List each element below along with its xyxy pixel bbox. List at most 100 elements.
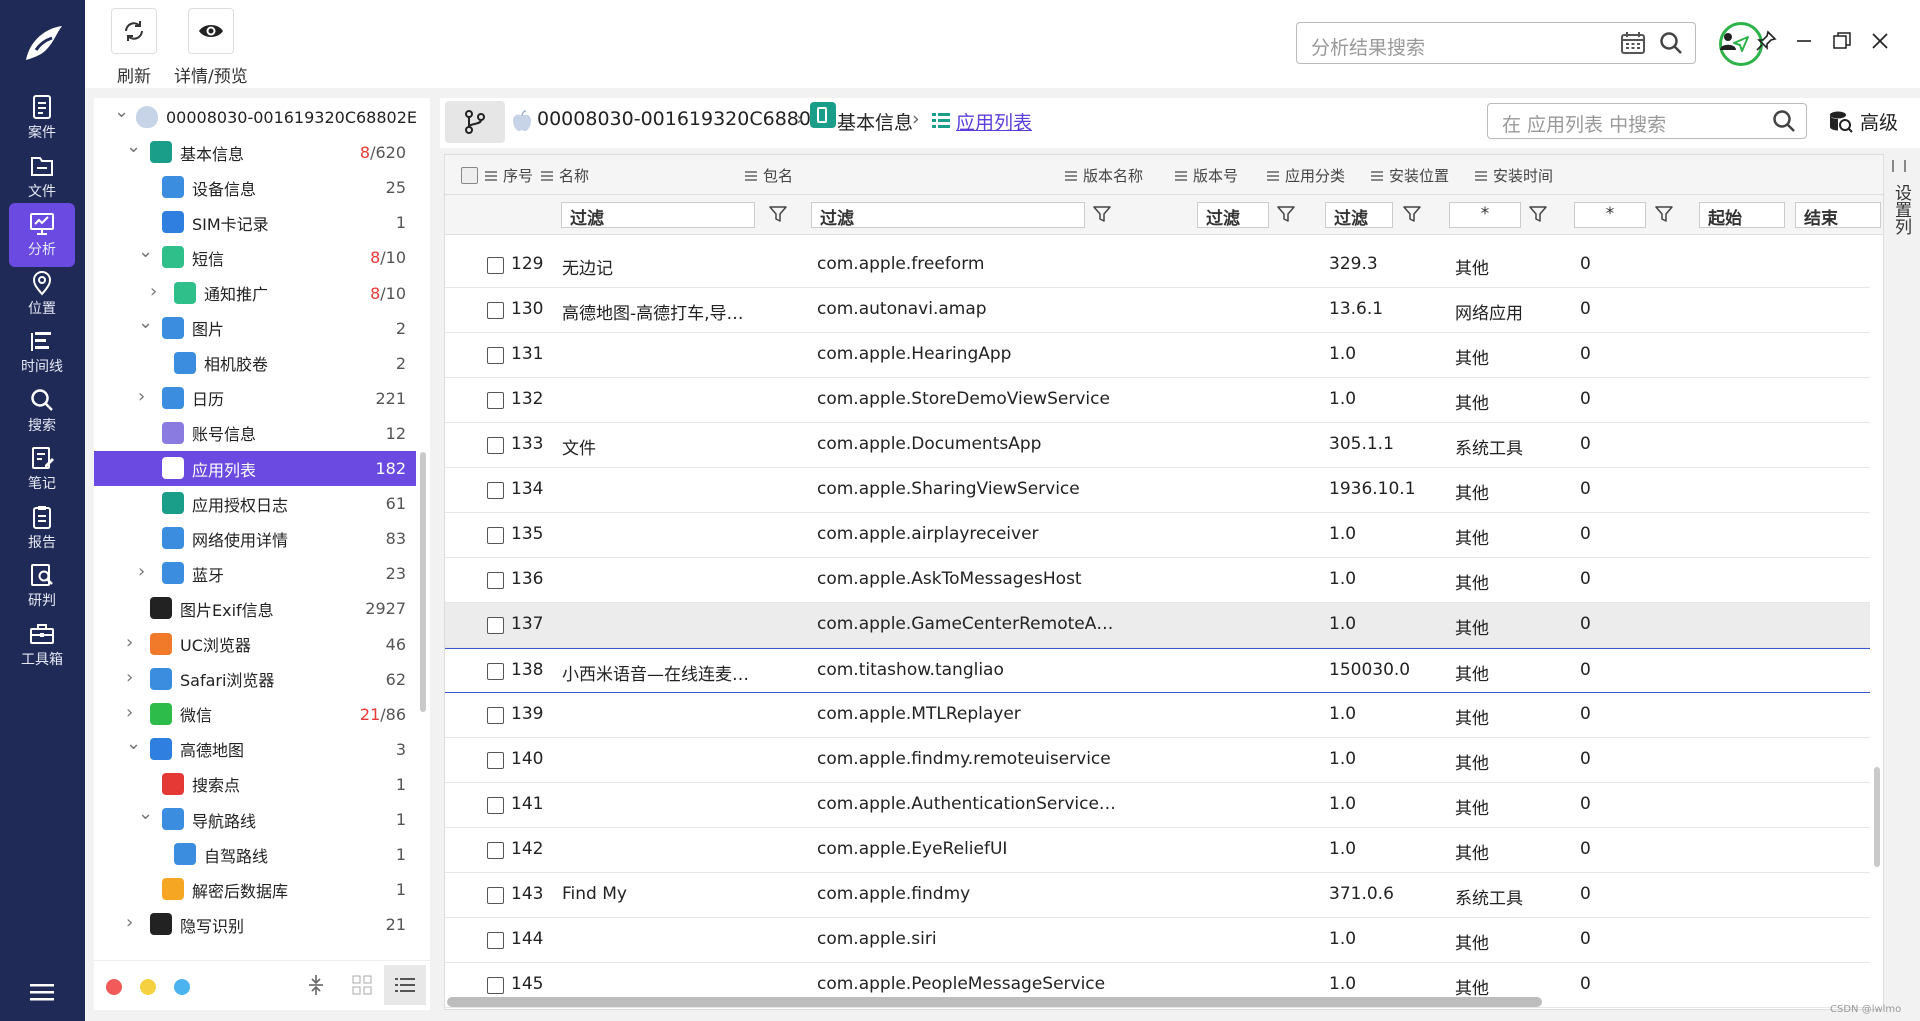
tree-item[interactable]: 设备信息 25	[94, 170, 416, 205]
tree-scrollbar[interactable]	[420, 452, 426, 712]
horizontal-scrollbar[interactable]	[447, 997, 1542, 1007]
tree-item[interactable]: 自驾路线 1	[94, 837, 416, 872]
filter-version-name[interactable]: 过滤	[1197, 202, 1269, 229]
select-all-checkbox[interactable]	[461, 167, 478, 184]
tree-item[interactable]: › 隐写识别 21	[94, 907, 416, 942]
close-icon[interactable]	[1869, 30, 1891, 52]
nav-item-report[interactable]: 报告	[9, 496, 75, 560]
filter-icon[interactable]	[1529, 205, 1547, 223]
nav-item-folder[interactable]: 文件	[9, 145, 75, 209]
minimize-icon[interactable]	[1793, 30, 1815, 52]
filter-icon[interactable]	[1655, 205, 1673, 223]
column-header[interactable]: 应用分类	[1267, 165, 1345, 186]
table-row[interactable]: 137 com.apple.GameCenterRemoteAlert 1.0 其他 0	[445, 603, 1870, 648]
tree-item[interactable]: ⌄ 00008030-001619320C68802E	[94, 100, 417, 135]
table-row[interactable]: 136 com.apple.AskToMessagesHost 1.0 其他 0	[445, 558, 1870, 603]
restore-icon[interactable]	[1831, 30, 1853, 52]
row-checkbox[interactable]	[487, 977, 504, 994]
column-header[interactable]: 名称	[541, 165, 589, 186]
tree-item[interactable]: 解密后数据库 1	[94, 872, 416, 907]
nav-item-search[interactable]: 搜索	[9, 379, 75, 443]
nav-item-judge[interactable]: 研判	[9, 554, 75, 618]
chevron-down-icon[interactable]: ⌄	[138, 313, 153, 331]
filter-name[interactable]: 过滤	[561, 202, 755, 229]
menu-icon[interactable]	[30, 982, 54, 1002]
chevron-down-icon[interactable]: ⌄	[126, 138, 141, 156]
tree-item[interactable]: 网络使用详情 83	[94, 521, 416, 556]
search-icon[interactable]	[1772, 109, 1796, 133]
grid-view-icon[interactable]	[350, 973, 374, 997]
pin-icon[interactable]	[1755, 30, 1777, 52]
filter-location[interactable]: *	[1574, 202, 1646, 228]
row-checkbox[interactable]	[487, 347, 504, 364]
settings-column-button[interactable]: 设置列	[1888, 154, 1914, 274]
collapse-icon[interactable]	[304, 973, 328, 997]
tree-item[interactable]: ⌄ 导航路线 1	[94, 802, 416, 837]
tree-item[interactable]: › 通知推广 8/10	[94, 276, 416, 311]
crumb-section[interactable]: 基本信息	[837, 108, 913, 135]
tree-item[interactable]: ⌄ 图片 2	[94, 311, 416, 346]
refresh-button[interactable]: 刷新	[111, 8, 157, 87]
table-row[interactable]: 130 高德地图-高德打车,导航公... com.autonavi.amap 13.6…	[445, 288, 1870, 333]
row-checkbox[interactable]	[487, 932, 504, 949]
table-row[interactable]: 135 com.apple.airplayreceiver 1.0 其他 0	[445, 513, 1870, 558]
red-dot-filter[interactable]	[106, 979, 122, 995]
nav-item-note[interactable]: 笔记	[9, 437, 75, 501]
column-header[interactable]: 版本名称	[1065, 165, 1143, 186]
filter-icon[interactable]	[769, 205, 787, 223]
tree-item[interactable]: SIM卡记录 1	[94, 205, 416, 240]
list-search-input[interactable]: 在 应用列表 中搜索	[1487, 103, 1807, 139]
crumb-device[interactable]: 00008030-001619320C68802E	[537, 108, 835, 130]
table-row[interactable]: 138 小西米语音—在线连麦社... com.titashow.tangliao 15…	[445, 648, 1870, 693]
row-checkbox[interactable]	[487, 617, 504, 634]
preview-button[interactable]: 详情/预览	[174, 8, 248, 87]
tree-item[interactable]: 搜索点 1	[94, 767, 416, 802]
filter-category[interactable]: *	[1449, 202, 1521, 228]
column-header[interactable]: 版本号	[1175, 165, 1238, 186]
nav-item-analysis[interactable]: 分析	[9, 203, 75, 267]
crumb-current[interactable]: 应用列表	[956, 108, 1032, 135]
chevron-right-icon[interactable]: ›	[126, 633, 138, 651]
filter-version-no[interactable]: 过滤	[1325, 202, 1393, 229]
chevron-right-icon[interactable]: ›	[126, 668, 138, 686]
search-icon[interactable]	[1659, 31, 1683, 55]
row-checkbox[interactable]	[487, 887, 504, 904]
table-row[interactable]: 144 com.apple.siri 1.0 其他 0	[445, 918, 1870, 963]
tree-item[interactable]: › Safari浏览器 62	[94, 662, 416, 697]
chevron-right-icon[interactable]: ›	[138, 563, 150, 581]
row-checkbox[interactable]	[487, 482, 504, 499]
chevron-right-icon[interactable]: ›	[126, 914, 138, 932]
yellow-dot-filter[interactable]	[140, 979, 156, 995]
column-header[interactable]: 包名	[745, 165, 793, 186]
chevron-down-icon[interactable]: ⌄	[138, 243, 153, 261]
tree-item[interactable]: › 日历 221	[94, 381, 416, 416]
tree-item[interactable]: › 微信 21/86	[94, 697, 416, 732]
table-row[interactable]: 141 com.apple.AuthenticationServicesUI 1.0…	[445, 783, 1870, 828]
filter-icon[interactable]	[1403, 205, 1421, 223]
table-row[interactable]: 142 com.apple.EyeReliefUI 1.0 其他 0	[445, 828, 1870, 873]
tree-item[interactable]: 应用授权日志 61	[94, 486, 416, 521]
tree-item[interactable]: ⌄ 高德地图 3	[94, 732, 416, 767]
row-checkbox[interactable]	[487, 302, 504, 319]
row-checkbox[interactable]	[487, 663, 504, 680]
row-checkbox[interactable]	[487, 437, 504, 454]
nav-item-location[interactable]: 位置	[9, 262, 75, 326]
blue-dot-filter[interactable]	[174, 979, 190, 995]
chevron-down-icon[interactable]: ⌄	[126, 734, 141, 752]
vertical-scrollbar[interactable]	[1874, 767, 1880, 867]
filter-icon[interactable]	[1093, 205, 1111, 223]
chevron-down-icon[interactable]: ⌄	[138, 805, 153, 823]
filter-time-end[interactable]: 结束	[1795, 202, 1881, 229]
table-row[interactable]: 129 无边记 com.apple.freeform 329.3 其他 0	[445, 243, 1870, 288]
filter-package[interactable]: 过滤	[811, 202, 1085, 229]
table-row[interactable]: 133 文件 com.apple.DocumentsApp 305.1.1 系统工具 0	[445, 423, 1870, 468]
column-header[interactable]: 安装时间	[1475, 165, 1553, 186]
branch-button[interactable]	[445, 101, 505, 143]
tree-item[interactable]: 账号信息 12	[94, 416, 416, 451]
filter-time-start[interactable]: 起始	[1699, 202, 1785, 229]
row-checkbox[interactable]	[487, 527, 504, 544]
tree-item[interactable]: 相机胶卷 2	[94, 346, 416, 381]
tree-item[interactable]: ⌄ 基本信息 8/620	[94, 135, 416, 170]
row-checkbox[interactable]	[487, 572, 504, 589]
row-checkbox[interactable]	[487, 797, 504, 814]
